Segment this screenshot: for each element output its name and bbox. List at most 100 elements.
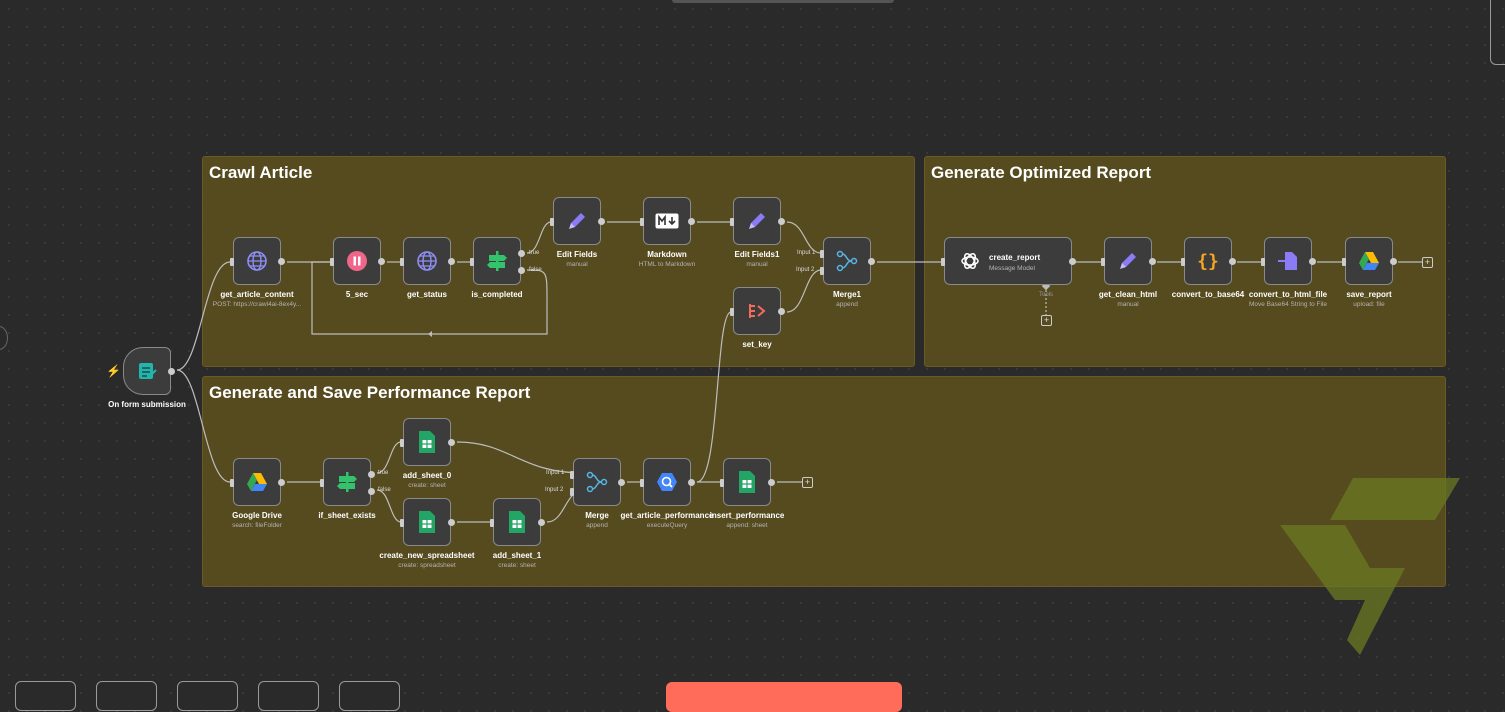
node-subtitle: search: fileFolder [232,522,282,529]
node-set-key[interactable]: set_key [730,287,785,349]
node-label: convert_to_base64 [1171,290,1245,299]
node-add-sheet-0[interactable]: add_sheet_0 create: sheet [400,418,455,489]
sheets-icon [739,471,755,493]
node-subtitle: HTML to Markdown [638,261,696,268]
node-label: get_article_performance [620,511,714,520]
tidy-up-button[interactable] [339,681,400,711]
pencil-icon [749,213,765,229]
node-label: get_clean_html [1098,290,1158,299]
node-is-completed[interactable]: is_completed [470,237,525,299]
node-convert-to-html-file[interactable]: convert_to_html_file Move Base64 String … [1249,237,1327,308]
branch-label-true: true [529,250,540,256]
if-icon [487,251,507,271]
bigquery-icon [657,473,677,491]
node-label: get_status [406,290,448,299]
node-subtitle: Move Base64 String to File [1248,301,1328,308]
node-subtitle: create: sheet [498,562,536,569]
lightning-icon: ⚡ [106,364,121,378]
node-label: Edit Fields [556,250,598,259]
node-label: create_report [989,253,1041,262]
markdown-icon [655,213,679,229]
node-label: Markdown [647,250,687,259]
node-label: set_key [742,340,772,349]
add-tool-button[interactable]: + [1041,315,1052,326]
node-label: add_sheet_0 [402,471,452,480]
pause-icon [347,251,367,271]
node-label: convert_to_html_file [1248,290,1328,299]
node-label: if_sheet_exists [318,511,376,520]
node-edit-fields[interactable]: Edit Fields manual [550,197,605,268]
node-get-article-content[interactable]: get_article_content POST: https://crawl4… [213,237,301,308]
node-label: save_report [1346,290,1392,299]
form-icon [139,363,157,379]
node-subtitle: manual [746,261,768,268]
globe-icon [417,251,437,271]
add-node-button[interactable]: + [1422,257,1433,268]
node-get-clean-html[interactable]: get_clean_html manual [1099,237,1157,308]
node-subtitle: Message Model [989,265,1035,272]
branch-label-input1: Input 1 [546,470,565,476]
code-bracket-icon [749,304,766,318]
globe-icon [247,251,267,271]
node-label: Merge [585,511,609,520]
node-label: 5_sec [345,290,369,299]
pencil-icon [569,213,585,229]
merge-icon [836,250,858,272]
node-add-sheet-1[interactable]: add_sheet_1 create: sheet [490,498,545,569]
node-label: On form submission [108,400,186,409]
branch-label-input2: Input 2 [796,267,815,273]
branch-label-false: false [529,267,542,273]
node-label: create_new_spreadsheet [379,551,475,560]
node-insert-performance[interactable]: insert_performance append: sheet [710,458,784,529]
node-edit-fields1[interactable]: Edit Fields1 manual [730,197,785,268]
sheets-icon [419,511,435,533]
node-create-new-spreadsheet[interactable]: create_new_spreadsheet create: spreadshe… [379,498,475,569]
zoom-to-fit-button[interactable] [15,681,76,711]
node-label: Google Drive [232,511,282,520]
node-label: is_completed [471,290,523,299]
node-subtitle: manual [1117,301,1139,308]
node-subtitle: manual [566,261,588,268]
branch-label-input1: Input 1 [797,250,816,256]
node-merge[interactable]: Merge append [570,458,625,529]
node-subtitle: create: spreadsheet [398,562,456,569]
node-create-report[interactable]: create_report Message Model [941,237,1076,285]
node-subtitle: append: sheet [726,522,768,529]
node-convert-to-base64[interactable]: {} convert_to_base64 [1172,237,1244,299]
node-markdown[interactable]: Markdown HTML to Markdown [639,197,695,268]
tools-label: Tools [1039,292,1054,298]
zoom-out-button[interactable] [177,681,238,711]
add-node-button[interactable]: + [802,477,813,488]
node-label: insert_performance [709,511,785,520]
node-subtitle: executeQuery [646,522,688,529]
branch-label-false: false [378,487,391,493]
node-google-drive[interactable]: Google Drive search: fileFolder [230,458,285,529]
node-get-article-performance[interactable]: get_article_performance executeQuery [621,458,713,529]
node-5-sec[interactable]: 5_sec [330,237,385,299]
node-save-report[interactable]: save_report upload: file [1342,237,1397,308]
sheets-icon [509,511,525,533]
branch-label-input2: Input 2 [545,487,564,493]
node-get-status[interactable]: get_status [400,237,455,299]
node-merge1[interactable]: Merge1 append [820,237,875,308]
node-if-sheet-exists[interactable]: if_sheet_exists [318,458,376,520]
node-label: get_article_content [220,290,294,299]
file-convert-icon [1278,252,1297,270]
merge-icon [586,471,608,493]
openai-icon [961,253,979,269]
node-subtitle: append [836,301,858,308]
execute-workflow-button[interactable] [666,682,902,712]
braces-icon: {} [1197,250,1219,272]
node-subtitle: POST: https://crawl4ai-8ex4y... [212,301,302,308]
google-drive-icon [247,473,267,491]
node-label: add_sheet_1 [492,551,542,560]
zoom-in-button[interactable] [96,681,157,711]
reset-zoom-button[interactable] [258,681,319,711]
pencil-icon [1120,253,1136,269]
sheets-icon [419,431,435,453]
google-drive-icon [1359,252,1379,270]
node-subtitle: upload: file [1353,301,1385,308]
node-on-form-submission[interactable]: On form submission [108,347,186,409]
connection-wires [176,221,1422,523]
node-label: Merge1 [832,290,862,299]
